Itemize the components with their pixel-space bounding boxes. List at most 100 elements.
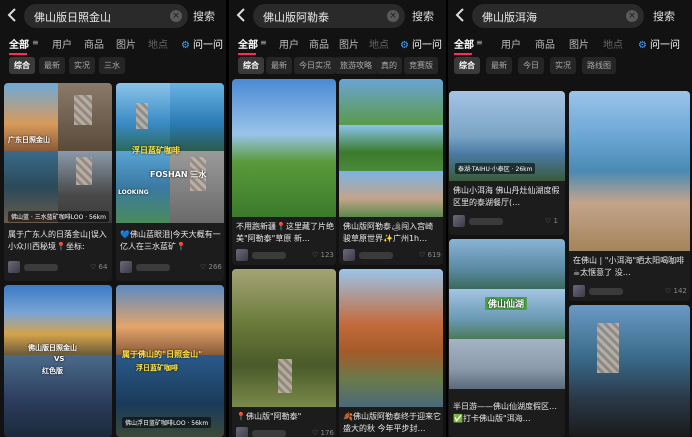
result-card[interactable]: 佛山仙湖 半日游——佛山仙湖度假区…✅打卡佛山版"洱海… [449, 239, 565, 437]
avatar [236, 427, 248, 437]
chip-comprehensive[interactable]: 综合 [238, 57, 264, 74]
search-button[interactable]: 搜索 [193, 8, 215, 24]
search-bar-row: 佛山版洱海 × 搜索 [448, 2, 692, 30]
result-card[interactable]: 📍佛山版"阿勒泰" ♡ 176 [232, 269, 336, 437]
heart-icon: ♡ [200, 263, 209, 271]
author-name [469, 218, 503, 225]
like-count: ♡ 176 [312, 429, 334, 437]
clear-icon[interactable]: × [387, 10, 399, 22]
filter-icon[interactable]: ≡ [32, 38, 39, 47]
chip-competition[interactable]: 竞赛版 [404, 57, 438, 74]
tab-all[interactable]: 全部 [9, 36, 29, 55]
author-name [252, 252, 286, 259]
search-input[interactable]: 佛山版阿勒泰 × [253, 4, 405, 28]
tab-places[interactable]: 地点 [148, 36, 168, 51]
tab-ask-label: 问一问 [192, 40, 223, 51]
tab-all[interactable]: 全部 [238, 36, 258, 55]
tab-images[interactable]: 图片 [339, 36, 359, 51]
like-count: ♡ 1 [545, 217, 558, 225]
tab-products[interactable]: 商品 [309, 36, 329, 51]
chip-sanshui[interactable]: 三水 [99, 57, 125, 74]
card-photo [170, 151, 224, 223]
tab-ask[interactable]: ⚙ 问一问 [638, 36, 680, 51]
chip-live[interactable]: 实况 [550, 57, 576, 74]
card-caption: 属于广东人的日落金山|误入小众川西秘境📍坐标: [8, 230, 107, 251]
chip-latest[interactable]: 最新 [39, 57, 65, 74]
tab-places[interactable]: 地点 [603, 36, 623, 51]
tab-all[interactable]: 全部 [454, 36, 474, 55]
location-tag: 佛山浮日蓝矿咖啡LOO · 56km [122, 417, 212, 428]
ask-gear-icon: ⚙ [638, 40, 647, 51]
chip-today[interactable]: 今日 [518, 57, 544, 74]
chip-today-live[interactable]: 今日实况 [294, 57, 336, 74]
result-card[interactable]: 佛山版日照金山 VS 红色版 [4, 285, 112, 437]
search-results-panel-1: 佛山版日照金山 × 搜索 全部 ≡ 用户 商品 图片 地点 ⚙ 问一问 综合 最新… [0, 0, 226, 437]
avatar [8, 261, 20, 273]
author-name [136, 264, 170, 271]
back-arrow-icon[interactable] [6, 6, 20, 24]
clear-icon[interactable]: × [170, 10, 182, 22]
card-caption: 💙佛山蓝眼泪|今天大概有一亿人在三水蓝矿📍 [120, 230, 221, 251]
chip-comprehensive[interactable]: 综合 [454, 57, 480, 74]
tab-users[interactable]: 用户 [52, 36, 72, 51]
card-photo [569, 305, 690, 437]
back-arrow-icon[interactable] [454, 6, 468, 24]
search-results-panel-3: 佛山版洱海 × 搜索 全部 ≡ 用户 商品 图片 地点 ⚙ 问一问 综合 最新 今… [448, 0, 692, 437]
ask-gear-icon: ⚙ [181, 40, 190, 51]
result-tabs: 全部 ≡ 用户 商品 图片 地点 ⚙ 问一问 [448, 34, 692, 56]
chip-latest[interactable]: 最新 [486, 57, 512, 74]
clear-icon[interactable]: × [626, 10, 638, 22]
result-card[interactable]: 🍂佛山版阿勒泰终于迎来它盛大的秋 今年平步封… [339, 269, 443, 437]
tab-products[interactable]: 商品 [84, 36, 104, 51]
result-tabs: 全部 ≡ 用户 商品 图片 地点 ⚙ 问一问 [229, 34, 446, 56]
tab-ask-label: 问一问 [411, 40, 442, 51]
card-photo [449, 239, 565, 289]
search-bar-row: 佛山版阿勒泰 × 搜索 [229, 2, 446, 30]
like-count-value: 64 [98, 263, 108, 271]
chip-real[interactable]: 真的 [376, 57, 402, 74]
tab-users[interactable]: 用户 [279, 36, 299, 51]
result-card[interactable]: 在佛山 | "小洱海"晒太阳喝咖啡☕太惬意了 没… ♡ 142 [569, 91, 690, 301]
like-count: ♡ 619 [419, 251, 441, 259]
tab-ask[interactable]: ⚙ 问一问 [400, 36, 442, 51]
overlay-text: FOSHAN 三水 [150, 170, 207, 179]
result-card[interactable]: 泰湖·TAIHU·小泰区 · 26km 佛山小洱海 佛山丹灶仙湖度假区里的泰湖餐… [449, 91, 565, 235]
tab-ask[interactable]: ⚙ 问一问 [181, 36, 223, 51]
chip-live[interactable]: 实况 [69, 57, 95, 74]
card-photo [116, 285, 224, 355]
tab-users[interactable]: 用户 [501, 36, 521, 51]
card-photo [232, 269, 336, 407]
filter-icon[interactable]: ≡ [476, 38, 483, 47]
back-arrow-icon[interactable] [235, 6, 249, 24]
chip-travel-guide[interactable]: 旅游攻略 [335, 57, 377, 74]
filter-icon[interactable]: ≡ [260, 38, 267, 47]
result-card[interactable]: 浮日蓝矿咖啡 FOSHAN 三水 LOOKING 💙佛山蓝眼泪|今天大概有一亿人… [116, 83, 224, 281]
result-card[interactable] [569, 305, 690, 437]
tab-products[interactable]: 商品 [535, 36, 555, 51]
card-photo [58, 83, 112, 151]
overlay-text: 浮日蓝矿咖啡 [132, 146, 180, 155]
tab-images[interactable]: 图片 [116, 36, 136, 51]
card-photo [116, 151, 170, 223]
overlay-text: VS [54, 355, 65, 363]
search-button[interactable]: 搜索 [412, 8, 434, 24]
tab-places[interactable]: 地点 [369, 36, 389, 51]
like-count-value: 123 [320, 251, 334, 259]
result-card[interactable]: 不用跑新疆📍这里藏了片绝美"阿勒泰"草原 新… ♡ 123 [232, 79, 336, 265]
chip-route-map[interactable]: 路线图 [582, 57, 616, 74]
result-card[interactable]: 广东日照金山 佛山蓝 · 三水蓝矿咖啡LOO · 56km 属于广东人的日落金山… [4, 83, 112, 281]
search-input[interactable]: 佛山版日照金山 × [24, 4, 188, 28]
result-card[interactable]: 属于佛山的"日照金山" 浮日蓝矿咖啡 佛山浮日蓝矿咖啡LOO · 56km [116, 285, 224, 437]
overlay-text: 属于佛山的"日照金山" [122, 350, 203, 359]
card-caption: 在佛山 | "小洱海"晒太阳喝咖啡☕太惬意了 没… [573, 256, 685, 277]
overlay-text: 广东日照金山 [8, 136, 50, 144]
result-card[interactable]: 佛山版阿勒泰🏕闯入宫崎骏草原世界✨广州1h… ♡ 619 [339, 79, 443, 265]
chip-latest[interactable]: 最新 [266, 57, 292, 74]
card-photo [339, 79, 443, 125]
search-input[interactable]: 佛山版洱海 × [472, 4, 644, 28]
tab-images[interactable]: 图片 [569, 36, 589, 51]
search-button[interactable]: 搜索 [653, 8, 675, 24]
overlay-text: 浮日蓝矿咖啡 [136, 364, 178, 372]
chip-comprehensive[interactable]: 综合 [9, 57, 35, 74]
author-name [359, 252, 393, 259]
